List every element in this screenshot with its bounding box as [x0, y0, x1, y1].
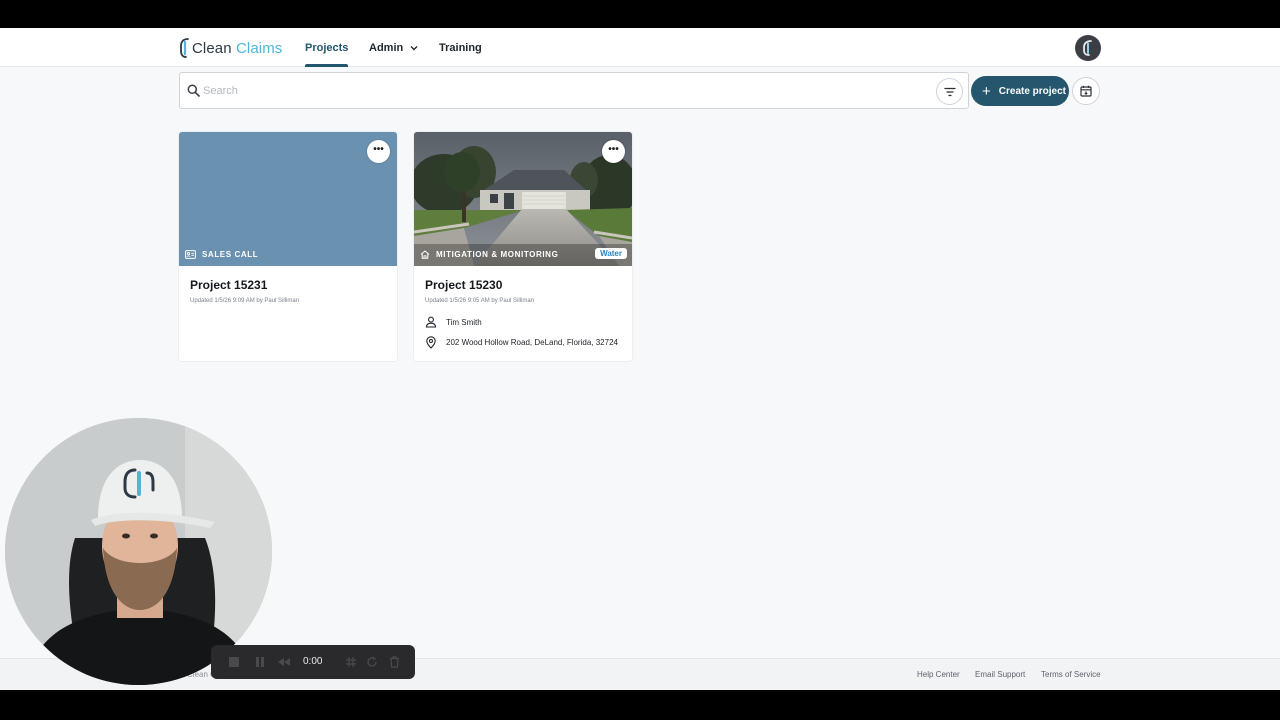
grid-icon [346, 657, 356, 667]
trash-icon [389, 656, 399, 668]
project-address-row: 202 Wood Hollow Road, DeLand, Florida, 3… [425, 336, 618, 349]
tab-training[interactable]: Training [439, 28, 482, 67]
filter-icon [943, 87, 956, 96]
top-navigation-bar: Clean Claims Projects Admin Training [0, 28, 1280, 67]
recording-toolbar: 0:00 [211, 645, 415, 679]
footer-link-terms[interactable]: Terms of Service [1041, 670, 1101, 679]
project-title[interactable]: Project 15230 [425, 278, 502, 292]
footer-link-email-support[interactable]: Email Support [975, 670, 1025, 679]
search-icon [187, 84, 200, 97]
create-project-label: Create project [998, 85, 1067, 97]
tab-projects[interactable]: Projects [305, 28, 349, 67]
project-category-tag: MITIGATION & MONITORING [420, 250, 558, 259]
project-card[interactable]: ••• MITIGATION & MONITORING Water Projec… [414, 132, 632, 361]
footer-link-help-center[interactable]: Help Center [917, 670, 960, 679]
project-cover-photo: ••• MITIGATION & MONITORING Water [414, 132, 632, 266]
logo-mark-icon [180, 38, 189, 58]
rewind-icon [278, 658, 290, 666]
tab-training-label: Training [439, 41, 482, 54]
tab-admin-label: Admin [369, 41, 404, 54]
more-horizontal-icon: ••• [373, 144, 384, 155]
project-card[interactable]: ••• SALES CALL Project 15231 Updated 1/5… [179, 132, 397, 361]
create-project-button[interactable]: + Create project [971, 76, 1069, 106]
project-contact-row: Tim Smith [425, 316, 482, 328]
project-cover-placeholder: ••• SALES CALL [179, 132, 397, 266]
tab-projects-label: Projects [305, 41, 349, 54]
pause-recording-button[interactable] [251, 653, 269, 671]
restart-button[interactable] [363, 653, 381, 671]
more-options-button[interactable]: ••• [367, 140, 390, 163]
id-card-icon [185, 250, 196, 259]
rewind-button[interactable] [275, 653, 293, 671]
tab-admin[interactable]: Admin [369, 28, 419, 67]
stop-icon [229, 657, 239, 667]
pause-icon [256, 657, 264, 667]
person-icon [425, 316, 437, 328]
project-address: 202 Wood Hollow Road, DeLand, Florida, 3… [446, 338, 618, 347]
project-updated-text: Updated 1/5/26 9:09 AM by Paul Silliman [190, 298, 300, 304]
project-category-label: SALES CALL [202, 250, 259, 259]
project-contact-name: Tim Smith [446, 317, 482, 327]
project-category-tag: SALES CALL [185, 250, 258, 259]
user-avatar-button[interactable] [1075, 35, 1101, 61]
calendar-button[interactable] [1072, 77, 1100, 105]
filter-button[interactable] [936, 78, 963, 105]
grid-button[interactable] [342, 653, 360, 671]
project-category-label: MITIGATION & MONITORING [436, 250, 559, 259]
stop-recording-button[interactable] [225, 653, 243, 671]
avatar-logo-icon [1083, 40, 1092, 56]
recording-timer: 0:00 [303, 656, 323, 667]
project-title[interactable]: Project 15231 [190, 278, 267, 292]
search-bar[interactable] [179, 72, 969, 109]
house-photo-image [414, 132, 632, 266]
more-horizontal-icon: ••• [608, 144, 619, 155]
calendar-icon [1080, 85, 1092, 97]
location-pin-icon [426, 336, 436, 349]
plus-icon: + [982, 82, 991, 100]
logo-text: Clean Claims [192, 39, 283, 57]
more-options-button[interactable]: ••• [602, 140, 625, 163]
restart-icon [367, 656, 377, 667]
chevron-down-icon [410, 45, 418, 50]
water-damage-badge: Water [595, 248, 627, 259]
search-input[interactable] [203, 81, 923, 101]
project-updated-text: Updated 1/5/26 9:05 AM by Paul Silliman [425, 298, 535, 304]
clean-claims-logo[interactable]: Clean Claims [179, 36, 282, 60]
house-icon [420, 250, 430, 259]
delete-recording-button[interactable] [385, 653, 403, 671]
